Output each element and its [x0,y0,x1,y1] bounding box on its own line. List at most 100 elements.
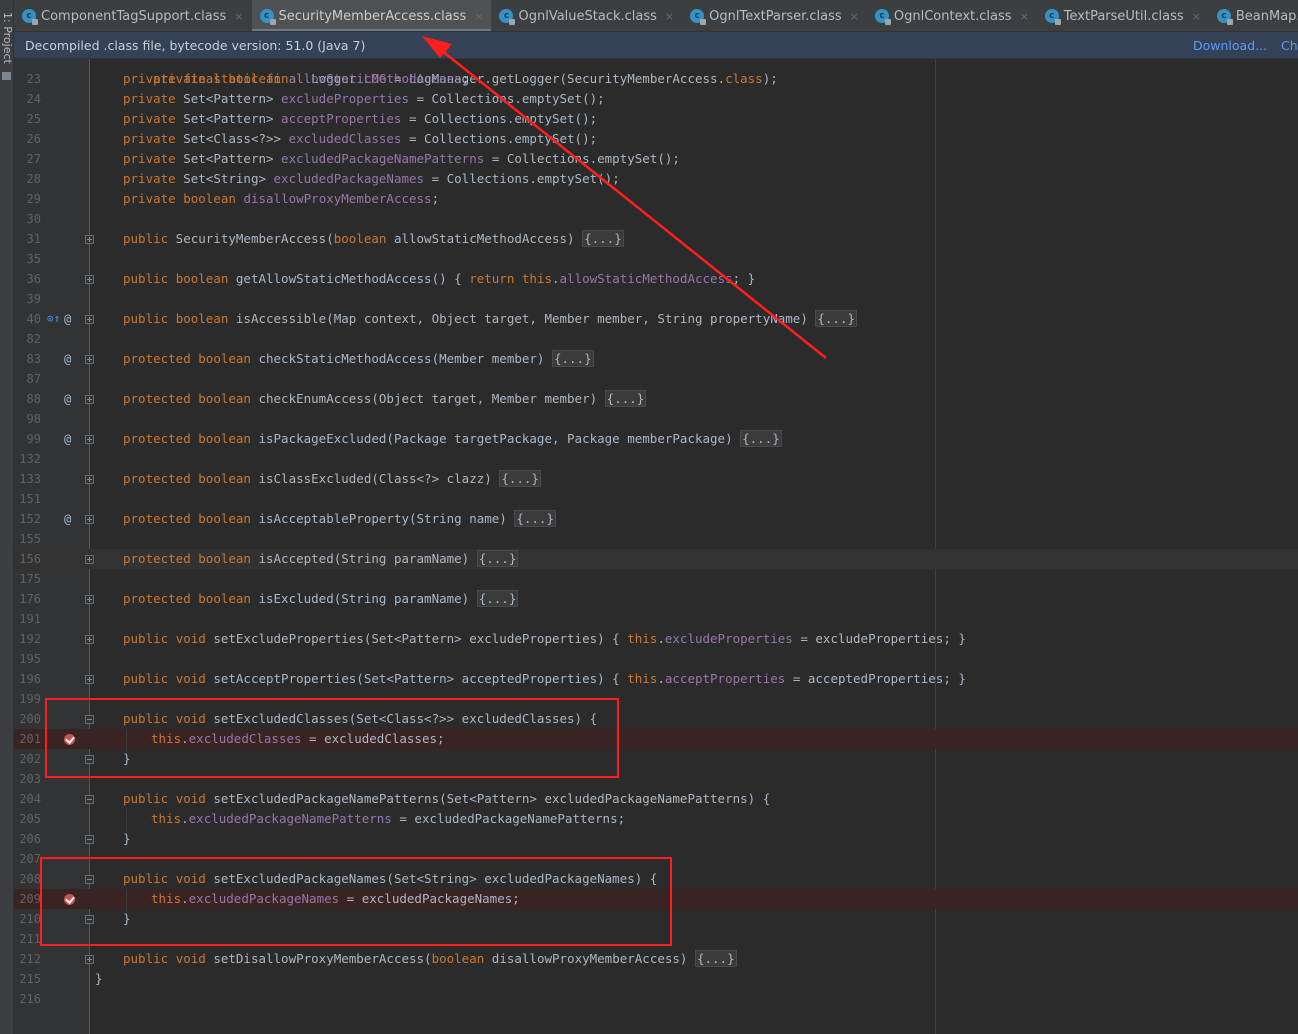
line-number: 31 [26,232,41,246]
line-number: 40 [26,312,41,326]
line-number: 83 [26,352,41,366]
line-number: 176 [19,592,41,606]
code-text: private Set<Class<?>> excludedClasses = … [123,131,598,146]
implements-method-icon[interactable]: ⊙↑ [47,309,60,329]
expand-fold-icon[interactable] [85,475,94,484]
class-file-icon: c [1044,9,1061,25]
code-line[interactable]: 195 [14,649,1298,669]
code-line[interactable]: 99 @ protected boolean isPackageExcluded(P… [14,429,1298,449]
code-line[interactable]: 175 [14,569,1298,589]
code-text: private Set<String> excludedPackageNames… [123,171,620,186]
code-line[interactable]: 155 [14,529,1298,549]
line-number: 88 [26,392,41,406]
line-number: 195 [19,652,41,666]
code-line[interactable]: 132 [14,449,1298,469]
expand-fold-icon[interactable] [85,675,94,684]
line-number: 215 [19,972,41,986]
expand-fold-icon[interactable] [85,275,94,284]
line-number: 156 [19,552,41,566]
code-line[interactable]: 39 [14,289,1298,309]
expand-fold-icon[interactable] [85,235,94,244]
override-annotation-icon[interactable]: @ [64,349,71,369]
editor-tab-label: TextParseUtil.class [1063,8,1184,24]
code-line[interactable]: 133 protected boolean isClassExcluded(Cla… [14,469,1298,489]
expand-fold-icon[interactable] [85,515,94,524]
line-number: 151 [19,492,41,506]
editor-tab[interactable]: c ComponentTagSupport.class × [14,0,252,31]
expand-fold-icon[interactable] [85,355,94,364]
editor-tab[interactable]: cBeanMap.class× [1209,0,1298,31]
line-number: 216 [19,992,41,1006]
code-line[interactable]: 29 private boolean disallowProxyMemberAcc… [14,189,1298,209]
line-number: 205 [19,812,41,826]
code-line[interactable]: 23 private final boolean allowStaticMetho… [14,69,1298,89]
line-number: 98 [26,412,41,426]
class-file-icon: c [22,9,38,25]
code-text: private final boolean allowStaticMethodA… [123,71,470,86]
override-annotation-icon[interactable]: @ [64,389,71,409]
close-tab-icon[interactable]: × [474,10,483,23]
line-number: 200 [19,712,41,726]
code-line[interactable]: 152 @ protected boolean isAcceptableProper… [14,509,1298,529]
code-line[interactable]: 25 private Set<Pattern> acceptProperties … [14,109,1298,129]
expand-fold-icon[interactable] [85,435,94,444]
code-line[interactable]: 192 public void setExcludeProperties(Set<… [14,629,1298,649]
code-line[interactable]: 24 private Set<Pattern> excludeProperties… [14,89,1298,109]
override-annotation-icon[interactable]: @ [64,509,71,529]
code-line[interactable]: 151 [14,489,1298,509]
download-sources-link[interactable]: Download... [1193,38,1267,53]
choose-sources-link[interactable]: Ch [1281,38,1298,53]
editor-tab[interactable]: c SecurityMemberAccess.class × [251,0,492,31]
expand-fold-icon[interactable] [85,635,94,644]
editor-tab[interactable]: c TextParseUtil.class × [1037,0,1209,31]
line-number: 23 [26,72,41,86]
close-tab-icon[interactable]: × [665,10,674,23]
code-line[interactable]: 35 [14,249,1298,269]
code-line[interactable]: 30 [14,209,1298,229]
expand-fold-icon[interactable] [85,395,94,404]
editor-tab[interactable]: c OgnlTextParser.class × [682,0,867,31]
code-line[interactable]: 205 this.excludedPackageNamePatterns = ex… [14,809,1298,829]
code-line[interactable]: 98 [14,409,1298,429]
code-line[interactable]: 206} [14,829,1298,849]
collapse-fold-icon[interactable] [85,835,94,844]
code-line[interactable]: 87 [14,369,1298,389]
collapse-fold-icon[interactable] [85,795,94,804]
code-line[interactable]: 36 public boolean getAllowStaticMethodAcc… [14,269,1298,289]
code-line[interactable]: 196 public void setAcceptProperties(Set<P… [14,669,1298,689]
close-tab-icon[interactable]: × [1192,10,1201,23]
project-tool-window-button[interactable]: 1: Project [0,8,14,80]
code-line[interactable]: 82 [14,329,1298,349]
banner-message: Decompiled .class file, bytecode version… [25,38,366,53]
line-number: 152 [19,512,41,526]
line-number: 82 [26,332,41,346]
expand-fold-icon[interactable] [85,595,94,604]
code-line[interactable]: 31 public SecurityMemberAccess(boolean al… [14,229,1298,249]
close-tab-icon[interactable]: × [1020,10,1029,23]
expand-fold-icon[interactable] [85,955,94,964]
code-line[interactable]: 215} [14,969,1298,989]
code-line[interactable]: 26 private Set<Class<?>> excludedClasses … [14,129,1298,149]
line-number: 192 [19,632,41,646]
override-annotation-icon[interactable]: @ [64,429,71,449]
code-line[interactable]: 83 @ protected boolean checkStaticMethodAc… [14,349,1298,369]
code-line[interactable]: 204 public void setExcludedPackageNamePat… [14,789,1298,809]
code-line[interactable]: 28 private Set<String> excludedPackageNam… [14,169,1298,189]
override-annotation-icon[interactable]: @ [64,309,71,329]
line-number: 30 [26,212,41,226]
code-line[interactable]: 216 [14,989,1298,1009]
close-tab-icon[interactable]: × [850,10,859,23]
code-line[interactable]: 176 protected boolean isExcluded(String p… [14,589,1298,609]
close-tab-icon[interactable]: × [234,10,243,23]
code-line[interactable]: 212 public void setDisallowProxyMemberAcc… [14,949,1298,969]
editor-tab[interactable]: c OgnlContext.class × [867,0,1037,31]
code-text: } [123,831,131,846]
expand-fold-icon[interactable] [85,315,94,324]
code-line[interactable]: 27 private Set<Pattern> excludedPackageNa… [14,149,1298,169]
code-line[interactable]: 88 @ protected boolean checkEnumAccess(Obj… [14,389,1298,409]
code-line[interactable]: 156 protected boolean isAccepted(String p… [14,549,1298,569]
code-line[interactable]: 40 ⊙↑ @ public boolean isAccessible(Map con… [14,309,1298,329]
editor-tab[interactable]: c OgnlValueStack.class × [491,0,682,31]
code-line[interactable]: 191 [14,609,1298,629]
expand-fold-icon[interactable] [85,555,94,564]
